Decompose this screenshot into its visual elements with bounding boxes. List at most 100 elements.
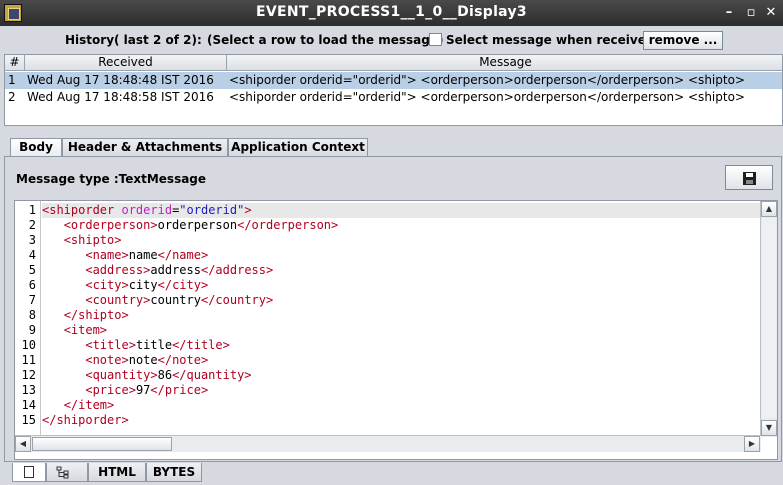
code-token-tag: <item> [63, 323, 108, 337]
code-token-tag: </shiporder> [42, 413, 129, 427]
code-token-tag: <country> [85, 293, 151, 307]
code-token-tag: </city> [157, 278, 209, 292]
code-token-txt: city [128, 278, 158, 292]
code-line[interactable]: <name>name</name> [42, 248, 760, 263]
code-token-txt: country [150, 293, 201, 307]
maximize-icon[interactable]: ▫ [742, 4, 760, 22]
line-number: 3 [28, 233, 36, 247]
scroll-up-icon[interactable]: ▲ [761, 201, 777, 217]
scroll-down-icon[interactable]: ▼ [761, 420, 777, 436]
horizontal-scrollbar[interactable]: ◀ ▶ [15, 435, 761, 452]
history-toolbar: History( last 2 of 2): (Select a row to … [0, 28, 783, 52]
code-line[interactable]: <shiporder orderid="orderid"> [42, 203, 760, 218]
code-line[interactable]: <quantity>86</quantity> [42, 368, 760, 383]
line-number: 2 [28, 218, 36, 232]
tab-html-view[interactable]: HTML [88, 463, 146, 482]
table-row[interactable]: 1 Wed Aug 17 18:48:48 IST 2016 <shiporde… [5, 72, 782, 89]
tab-application-context[interactable]: Application Context [228, 138, 368, 157]
code-line[interactable]: </shiporder> [42, 413, 760, 428]
code-token-tag: </shipto> [63, 308, 129, 322]
code-line[interactable]: </shipto> [42, 308, 760, 323]
column-header-number[interactable]: # [5, 55, 25, 71]
code-token-tag: <note> [85, 353, 129, 367]
tab-header-attachments[interactable]: Header & Attachments [62, 138, 228, 157]
code-line[interactable]: <address>address</address> [42, 263, 760, 278]
code-token-txt: note [128, 353, 158, 367]
code-area[interactable]: <shiporder orderid="orderid"> <orderpers… [42, 201, 760, 437]
line-number: 9 [28, 323, 36, 337]
tab-body[interactable]: Body [10, 138, 62, 158]
close-icon[interactable]: ✕ [762, 4, 780, 22]
code-token-tag: </orderperson> [237, 218, 339, 232]
message-editor[interactable]: 1 2 3 4 5 6 7 8 9 10 11 12 13 14 15 <shiporder orderid… [14, 200, 778, 460]
history-label: History( last 2 of 2): [65, 33, 202, 47]
remove-button[interactable]: remove ... [643, 31, 723, 50]
message-type-label: Message type :TextMessage [16, 172, 207, 186]
save-button[interactable] [725, 165, 773, 190]
tab-tree-view[interactable] [46, 463, 88, 482]
title-bar: EVENT_PROCESS1__1_0__Display3 – ▫ ✕ [0, 0, 783, 26]
scroll-right-icon[interactable]: ▶ [744, 436, 760, 452]
code-token-tag: <price> [85, 383, 136, 397]
scroll-left-icon[interactable]: ◀ [15, 436, 31, 452]
select-when-received-label[interactable]: Select message when received [446, 33, 654, 47]
tab-bytes-view[interactable]: BYTES [146, 463, 202, 482]
code-token-tag: </name> [157, 248, 209, 262]
code-line[interactable]: <title>title</title> [42, 338, 760, 353]
code-line[interactable]: <note>note</note> [42, 353, 760, 368]
tab-text-view[interactable] [12, 463, 46, 482]
line-number: 4 [28, 248, 36, 262]
line-number: 15 [21, 413, 36, 427]
line-number: 6 [28, 278, 36, 292]
row-number: 2 [8, 90, 16, 104]
select-when-received-checkbox[interactable] [429, 33, 442, 46]
code-token-tag: </price> [150, 383, 209, 397]
line-number: 7 [28, 293, 36, 307]
code-token-txt: address [150, 263, 201, 277]
vertical-scrollbar[interactable]: ▲ ▼ [760, 201, 777, 437]
history-table: # Received Message 1 Wed Aug 17 18:48:48… [4, 54, 783, 126]
code-token-tag: <city> [85, 278, 129, 292]
column-header-received[interactable]: Received [25, 55, 227, 71]
line-number: 11 [21, 353, 36, 367]
history-table-header: # Received Message [5, 55, 782, 71]
horizontal-scroll-thumb[interactable] [32, 437, 172, 451]
minimize-icon[interactable]: – [720, 4, 738, 22]
code-line[interactable]: <price>97</price> [42, 383, 760, 398]
row-received: Wed Aug 17 18:48:48 IST 2016 [27, 73, 214, 87]
line-number: 8 [28, 308, 36, 322]
line-number: 1 [28, 203, 36, 217]
code-line[interactable]: <item> [42, 323, 760, 338]
code-token-tag: </address> [200, 263, 274, 277]
code-token-txt: 86 [157, 368, 173, 382]
code-token-tag: </item> [63, 398, 115, 412]
line-number: 5 [28, 263, 36, 277]
line-number: 14 [21, 398, 36, 412]
row-number: 1 [8, 73, 16, 87]
table-row[interactable]: 2 Wed Aug 17 18:48:58 IST 2016 <shiporde… [5, 89, 782, 106]
line-number: 13 [21, 383, 36, 397]
column-header-message[interactable]: Message [227, 55, 782, 71]
code-token-tag: </quantity> [172, 368, 252, 382]
code-line[interactable]: <country>country</country> [42, 293, 760, 308]
floppy-save-icon [743, 172, 756, 185]
vertical-scroll-thumb[interactable] [762, 218, 776, 418]
code-token-txt: name [128, 248, 158, 262]
code-token-txt: orderperson [157, 218, 238, 232]
code-line[interactable]: <city>city</city> [42, 278, 760, 293]
code-line[interactable]: <orderperson>orderperson</orderperson> [42, 218, 760, 233]
code-line[interactable]: </item> [42, 398, 760, 413]
code-token-tag: <quantity> [85, 368, 158, 382]
code-token-tag: <title> [85, 338, 136, 352]
select-row-hint: (Select a row to load the message) [207, 33, 444, 47]
code-line[interactable]: <shipto> [42, 233, 760, 248]
code-token-tag: <address> [85, 263, 151, 277]
